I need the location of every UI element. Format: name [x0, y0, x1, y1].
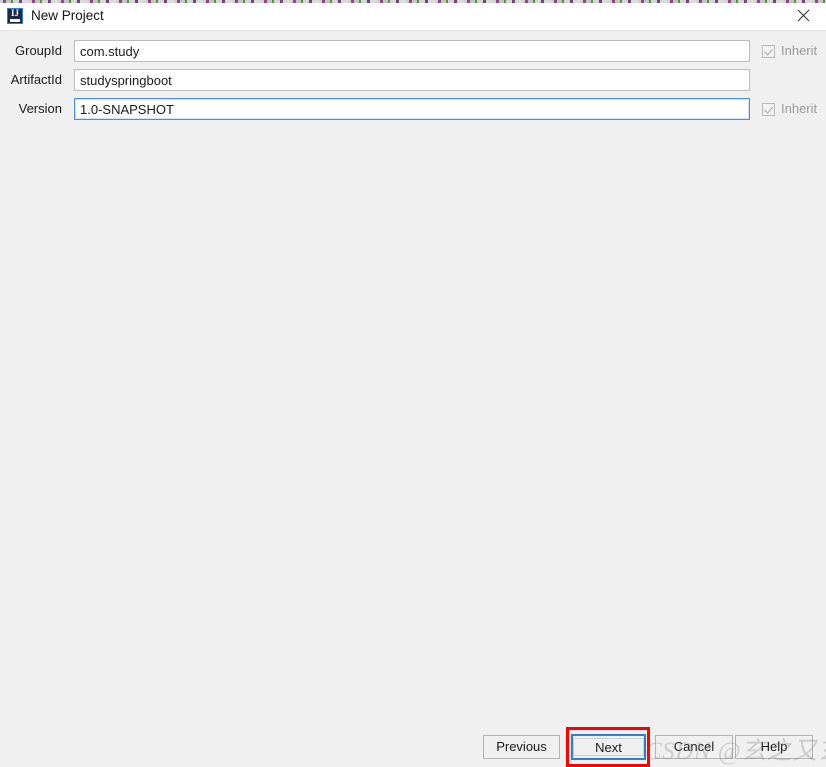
screenshot-edge-artifact: [0, 0, 826, 3]
groupid-label: GroupId: [15, 43, 62, 58]
app-icon-letters: IJ: [10, 8, 19, 18]
artifactid-input[interactable]: [74, 69, 750, 91]
next-button-label: Next: [573, 738, 644, 756]
form-row-groupid: GroupId Inherit: [0, 40, 826, 62]
app-icon-underbar: [10, 19, 20, 22]
groupid-inherit-group[interactable]: Inherit: [762, 40, 817, 62]
version-label: Version: [18, 101, 62, 116]
groupid-input[interactable]: [74, 40, 750, 62]
help-button[interactable]: Help: [735, 735, 813, 759]
next-button[interactable]: Next: [571, 734, 646, 760]
version-inherit-label: Inherit: [781, 101, 818, 116]
title-bar: IJ New Project: [0, 0, 826, 31]
close-icon-glyph: [797, 9, 809, 21]
close-icon[interactable]: [780, 0, 826, 30]
version-inherit-checkbox[interactable]: [762, 102, 775, 116]
artifactid-label: ArtifactId: [10, 72, 62, 87]
groupid-inherit-checkbox[interactable]: [762, 44, 775, 58]
dialog-content: GroupId Inherit ArtifactId Version Inher…: [0, 31, 826, 766]
window-title: New Project: [31, 8, 104, 23]
cancel-button[interactable]: Cancel: [655, 735, 733, 759]
version-input[interactable]: [74, 98, 750, 120]
groupid-inherit-label: Inherit: [781, 43, 818, 58]
form-row-version: Version Inherit: [0, 98, 826, 120]
intellij-idea-icon: IJ: [7, 8, 23, 24]
form-row-artifactid: ArtifactId: [0, 69, 826, 91]
previous-button[interactable]: Previous: [483, 735, 560, 759]
version-inherit-group[interactable]: Inherit: [762, 98, 817, 120]
